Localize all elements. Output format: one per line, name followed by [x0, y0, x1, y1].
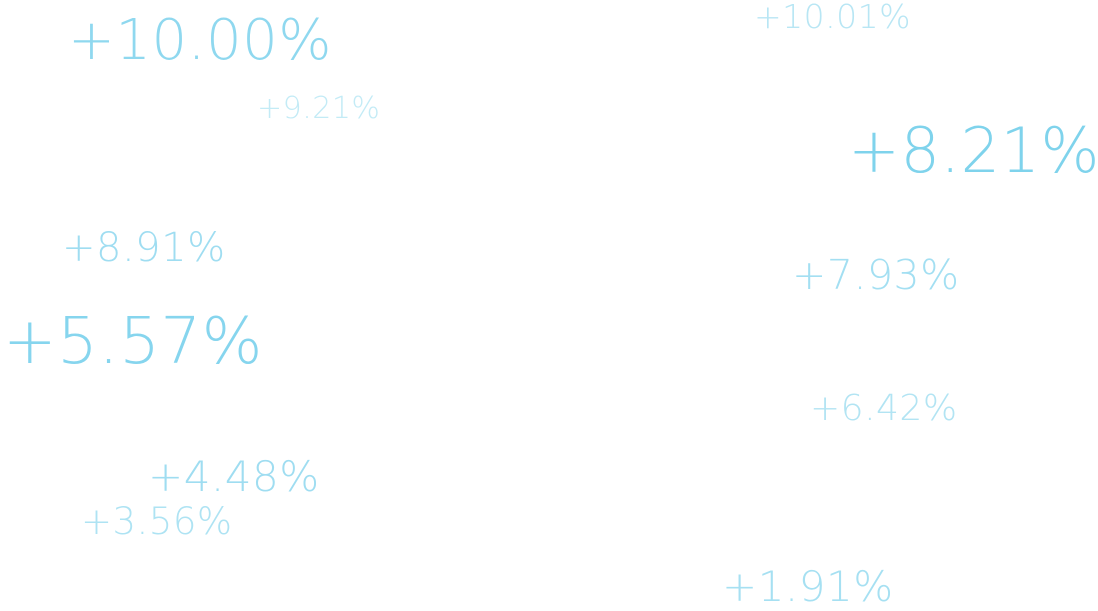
percentage-label: +7.93% [792, 251, 960, 299]
percentage-cloud: { "colors": { "text_primary": "#86d5ee",… [0, 0, 1098, 611]
percentage-label: +8.91% [62, 225, 226, 271]
percentage-label: +4.48% [148, 452, 320, 501]
percentage-label: +8.21% [848, 114, 1098, 187]
percentage-label: +1.91% [722, 562, 894, 611]
percentage-label: +3.56% [81, 500, 233, 543]
percentage-label: +9.21% [257, 91, 381, 126]
percentage-label: +6.42% [810, 388, 958, 429]
percentage-label: +10.01% [754, 0, 911, 36]
percentage-label: +10.00% [68, 8, 332, 73]
percentage-label: +5.57% [3, 305, 263, 379]
